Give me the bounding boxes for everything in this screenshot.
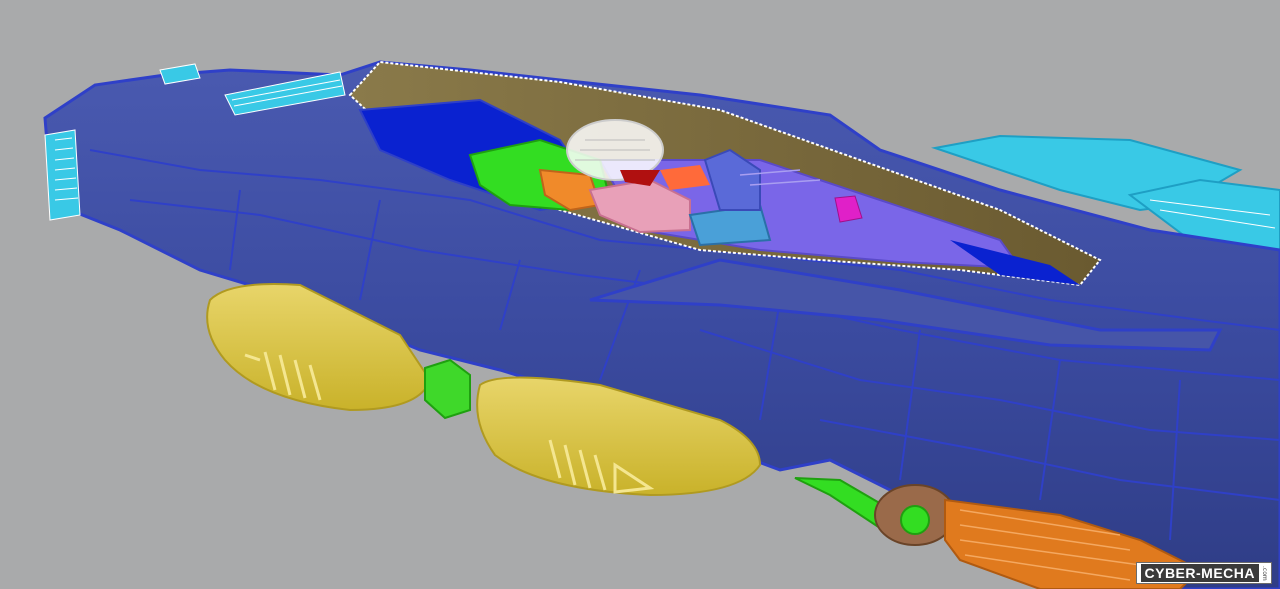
vehicle-render bbox=[43, 60, 1280, 589]
watermark-text: CYBER-MECHA bbox=[1140, 564, 1259, 582]
render-viewport: CYBER-MECHA .com bbox=[0, 0, 1280, 589]
watermark-suffix: .com bbox=[1261, 565, 1268, 581]
watermark-logo: CYBER-MECHA .com bbox=[1135, 562, 1272, 584]
